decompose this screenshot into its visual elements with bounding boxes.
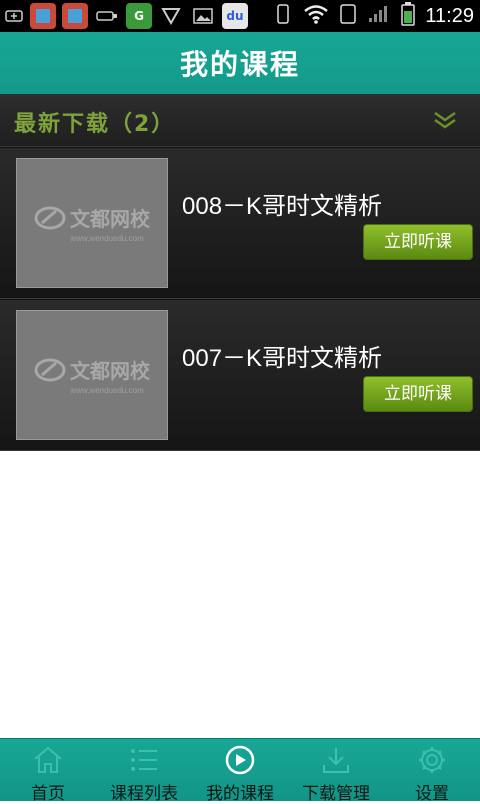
course-thumbnail: 文都网校 www.wenduedu.com [16, 310, 168, 440]
nav-download-manager[interactable]: 下载管理 [288, 739, 384, 804]
latest-downloads-header[interactable]: 最新下载（2） [0, 94, 480, 147]
picture-icon [190, 3, 216, 29]
baidu-app-icon: du [222, 3, 248, 29]
clock: 11:29 [425, 4, 474, 27]
system-icons: 11:29 [273, 0, 474, 32]
chevron-down-icon[interactable] [432, 108, 458, 132]
wendu-logo-icon [34, 206, 66, 229]
security-app-icon: G [126, 3, 152, 29]
listen-now-button[interactable]: 立即听课 [363, 224, 473, 260]
title-bar: 我的课程 [0, 32, 480, 95]
nav-course-list[interactable]: 课程列表 [96, 739, 192, 804]
thumbnail-url: www.wenduedu.com [70, 234, 144, 243]
course-item[interactable]: 文都网校 www.wenduedu.com 008－K哥时文精析 立即听课 [0, 147, 480, 299]
battery-icon [401, 2, 416, 30]
nav-label: 下载管理 [302, 784, 370, 804]
home-icon [34, 746, 62, 773]
gear-icon [419, 747, 445, 773]
app-notification-icon [62, 3, 88, 29]
course-thumbnail: 文都网校 www.wenduedu.com [16, 158, 168, 288]
course-title: 008－K哥时文精析 [182, 193, 383, 220]
listen-now-button[interactable]: 立即听课 [363, 376, 473, 412]
bottom-nav: 首页 课程列表 我的课程 下载管理 设置 [0, 738, 480, 804]
list-icon [131, 749, 157, 771]
course-title: 007－K哥时文精析 [182, 345, 383, 372]
sim-icon [339, 3, 357, 29]
notification-icons: G du [4, 3, 248, 29]
app-notification-icon [30, 3, 56, 29]
wendu-logo: 文都网校 [34, 355, 150, 384]
course-list: 文都网校 www.wenduedu.com 008－K哥时文精析 立即听课 文都… [0, 147, 480, 451]
status-bar: G du 11:29 [0, 0, 480, 32]
download-icon [323, 748, 349, 773]
signal-icon [367, 4, 391, 28]
wifi-icon [303, 4, 329, 28]
add-notification-icon [4, 3, 24, 29]
nav-settings[interactable]: 设置 [384, 739, 480, 804]
play-icon [225, 745, 255, 775]
wendu-logo-icon [34, 358, 66, 381]
section-label: 最新下载（2） [14, 112, 176, 137]
thumbnail-url: www.wenduedu.com [70, 386, 144, 395]
page-title: 我的课程 [179, 48, 300, 81]
usb-icon [94, 3, 120, 29]
course-item[interactable]: 文都网校 www.wenduedu.com 007－K哥时文精析 立即听课 [0, 299, 480, 451]
nav-label: 我的课程 [206, 784, 274, 804]
nav-label: 课程列表 [110, 784, 178, 804]
nav-home[interactable]: 首页 [0, 739, 96, 804]
vibrate-icon [273, 3, 293, 29]
nav-label: 首页 [31, 784, 65, 804]
nav-my-courses[interactable]: 我的课程 [192, 739, 288, 804]
clean-app-icon [158, 3, 184, 29]
nav-label: 设置 [415, 784, 449, 804]
wendu-logo: 文都网校 [34, 203, 150, 232]
